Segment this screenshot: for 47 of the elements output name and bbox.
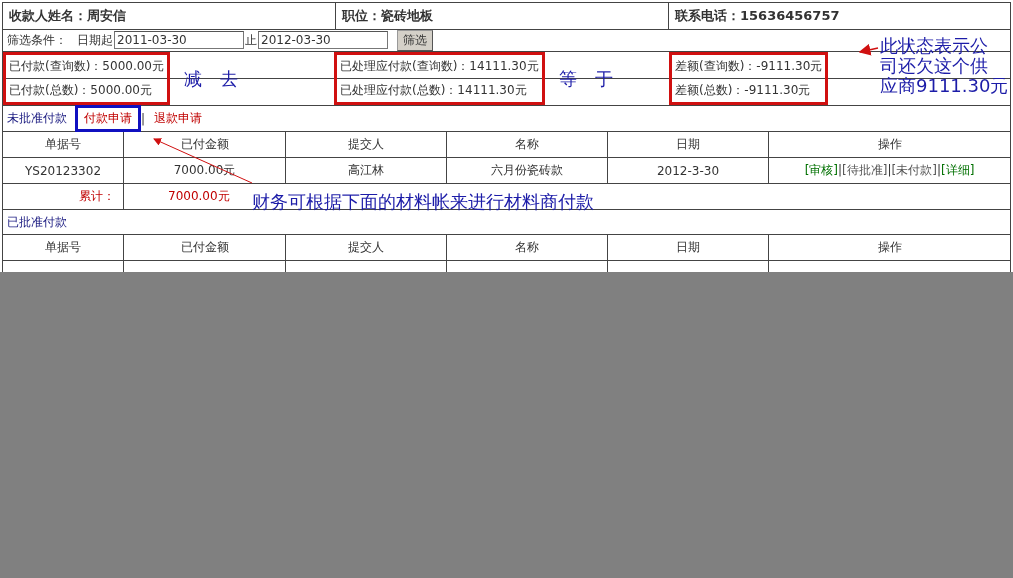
tab-separator: | [141,111,146,126]
status-label: [待批准] [842,163,888,177]
action-separator: | [887,163,892,177]
table-cell: YS20123302 [2,157,124,184]
section-title: 未批准付款 [7,110,67,127]
end-date-label: 止 [245,33,257,47]
action-separator: | [936,163,941,177]
total-amount: 7000.00元 [168,189,230,203]
column-header: 提交人 [285,131,447,158]
column-header: 已付金额 [123,234,286,261]
column-header: 已付金额 [123,131,286,158]
filter-button[interactable]: 筛选 [397,30,433,51]
column-header: 操作 [768,131,1011,158]
table-cell: 高江林 [285,157,447,184]
summary-total-value: 已处理应付款(总数)：14111.30元 [339,82,528,99]
total-label: 累计： [2,183,124,210]
table-cell: 六月份瓷砖款 [446,157,608,184]
column-header: 操作 [768,234,1011,261]
phone-label: 联系电话：15636456757 [668,2,1011,30]
summary-query-value: 差额(查询数)：-9111.30元 [672,55,826,79]
tab[interactable]: 付款申请 [75,105,141,132]
summary-total-value: 差额(总数)：-9111.30元 [674,82,812,99]
start-date-label: 日期起 [77,33,113,47]
annotation-text: 此状态表示公 司还欠这个供 应商9111.30元 [880,36,1009,96]
table-cell: 2012-3-30 [607,157,769,184]
filter-label: 筛选条件： [7,33,67,47]
column-header: 名称 [446,131,608,158]
status-label: [未付款] [891,163,937,177]
summary-query-value: 已处理应付款(查询数)：14111.30元 [337,55,542,79]
section-title: 已批准付款 [2,210,1011,234]
action-separator: | [838,163,843,177]
summary-total-value: 已付款(总数)：5000.00元 [8,82,153,99]
action-link[interactable]: [详细] [940,163,975,177]
summary-query-value: 已付款(查询数)：5000.00元 [6,55,167,79]
position-label: 职位：瓷砖地板 [335,2,669,30]
payee-name: 收款人姓名：周安信 [2,2,336,30]
tab[interactable]: 退款申请 [145,105,212,132]
column-header: 单据号 [2,131,124,158]
annotation-arrow [858,43,879,56]
end-date-field[interactable]: 2012-03-30 [258,31,388,49]
column-header: 名称 [446,234,608,261]
column-header: 日期 [607,234,769,261]
column-header: 单据号 [2,234,124,261]
action-link[interactable]: [审核] [804,163,839,177]
column-header: 日期 [607,131,769,158]
start-date-field[interactable]: 2011-03-30 [114,31,244,49]
column-header: 提交人 [285,234,447,261]
